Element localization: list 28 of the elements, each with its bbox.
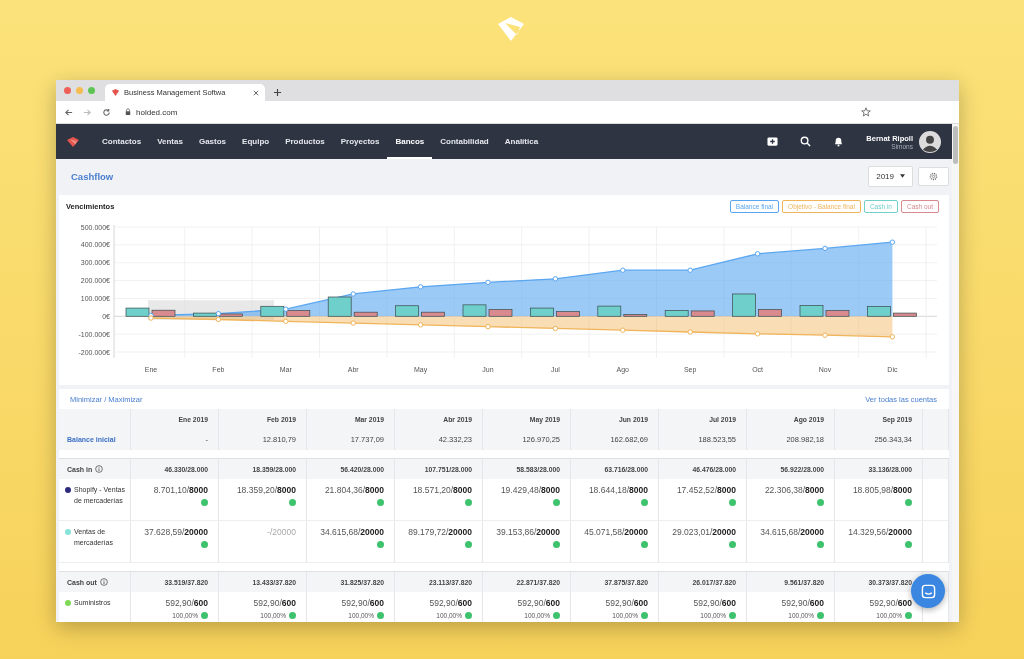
table-cell: 19.429,48/8000 xyxy=(500,485,560,495)
table-cell: 18.644,18/8000 xyxy=(588,485,648,495)
table-cell: 21.804,36/8000 xyxy=(324,485,384,495)
table-cell: 37.628,59/20000 xyxy=(144,527,208,537)
table-cell: 8.701,10/8000 xyxy=(153,485,208,495)
table-cell: 592,90/600 xyxy=(605,598,648,608)
table-cell: 34.615,68/20000 xyxy=(760,527,824,537)
table-cell: 18.359,20/8000 xyxy=(236,485,296,495)
table-cell: 592,90/600 xyxy=(869,598,912,608)
table-cell: 592,90/600 xyxy=(693,598,736,608)
table-cell: 39.153,86/20000 xyxy=(496,527,560,537)
table-cell: 17.452,52/8000 xyxy=(676,485,736,495)
table-cell: 14.329,56/20000 xyxy=(848,527,912,537)
table-cell: 45.071,58/20000 xyxy=(584,527,648,537)
table-cell: 592,90/600 xyxy=(165,598,208,608)
table-cell: 29.023,01/20000 xyxy=(672,527,736,537)
table-cell: -/20000 xyxy=(267,527,296,537)
table-cell: 592,90/600 xyxy=(341,598,384,608)
table-cell: 592,90/600 xyxy=(517,598,560,608)
table-cell: 592,90/600 xyxy=(429,598,472,608)
table-cell: 18.571,20/8000 xyxy=(412,485,472,495)
table-cell: 89.179,72/20000 xyxy=(408,527,472,537)
table-cell: 592,90/600 xyxy=(253,598,296,608)
table-cell: 18.805,98/8000 xyxy=(852,485,912,495)
page-title: Cashflow xyxy=(71,170,114,182)
table-cell: 34.615,68/20000 xyxy=(320,527,384,537)
table-cell: 592,90/600 xyxy=(781,598,824,608)
table-cell: 22.306,38/8000 xyxy=(764,485,824,495)
